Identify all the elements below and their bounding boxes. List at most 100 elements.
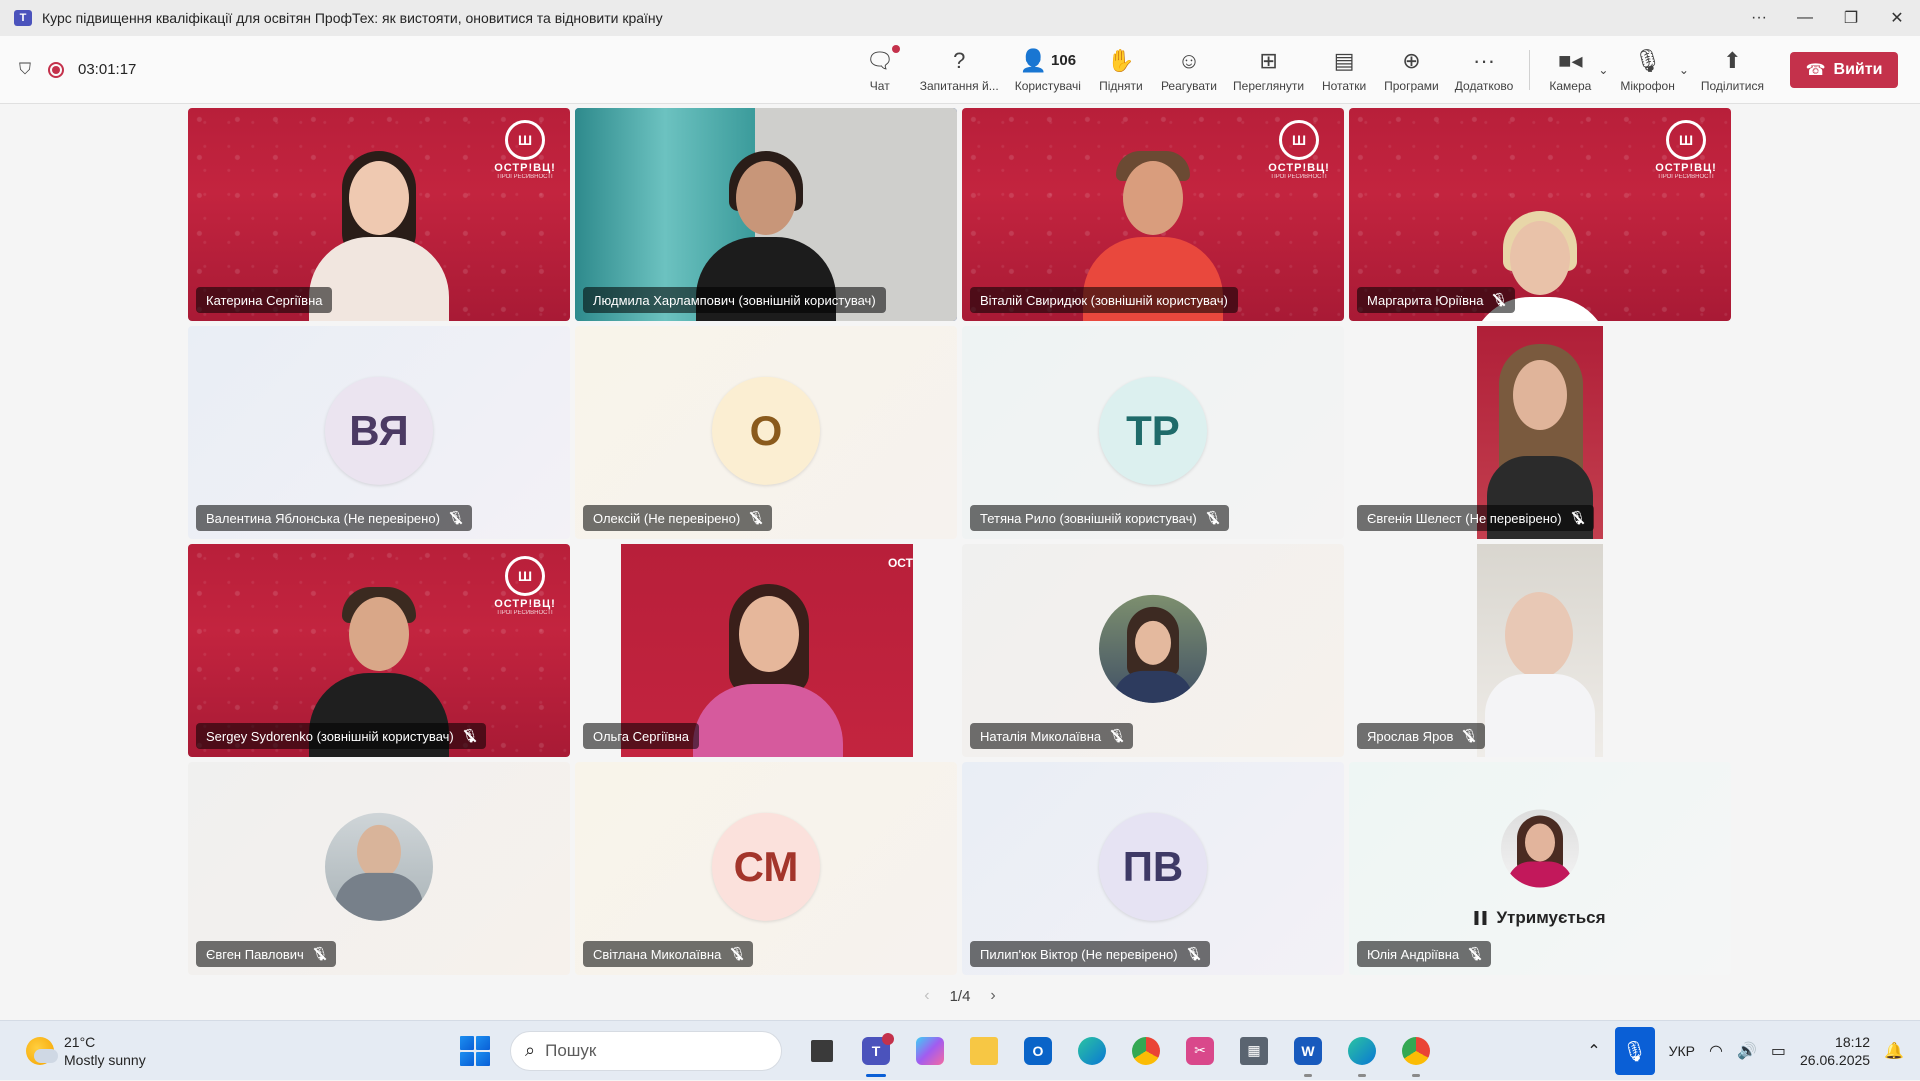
apps-button[interactable]: ⊕ Програми [1376,36,1447,104]
system-clock[interactable]: 18:12 26.06.2025 [1800,1033,1870,1069]
camera-options-chevron-icon[interactable]: ⌄ [1598,63,1608,77]
chat-button[interactable]: 🗨 Чат [848,36,912,104]
word-app[interactable]: W [1288,1031,1328,1077]
participant-tile[interactable]: Ярослав Яров 🎙 [1349,544,1731,757]
participant-name: Тетяна Рило (зовнішній користувач) 🎙 [970,505,1229,531]
brand-logo: Ш ОСТР!ВЦ! ПРОГРЕСИВНОСТІ [494,120,556,180]
chrome-app[interactable] [1126,1031,1166,1071]
window-title: Курс підвищення кваліфікації для освітян… [42,10,663,26]
participant-tile[interactable]: ОСТ Ольга Сергіївна [575,544,957,757]
camera-icon: ■◂ [1558,47,1583,73]
maximize-button[interactable]: ❐ [1828,0,1874,36]
participant-tile[interactable]: ВЯ Валентина Яблонська (Не перевірено) 🎙 [188,326,570,539]
share-button[interactable]: ⬆ Поділитися [1693,36,1772,104]
brand-logo: Ш ОСТР!ВЦ! ПРОГРЕСИВНОСТІ [1655,120,1717,180]
more-button[interactable]: ··· Додатково [1447,36,1522,104]
more-options-button[interactable]: ··· [1736,0,1782,36]
mic-muted-icon: 🎙 [1204,510,1221,525]
participant-tile[interactable]: Євгенія Шелест (Не перевірено) 🎙 [1349,326,1731,539]
mic-muted-icon: 🎙 [461,728,479,743]
camera-button[interactable]: ■◂ Камера [1538,36,1602,104]
calculator-app[interactable]: ▦ [1234,1031,1274,1071]
close-button[interactable]: ✕ [1874,0,1920,36]
start-button[interactable] [460,1035,490,1066]
copilot-app[interactable] [910,1031,950,1071]
wifi-icon[interactable]: ◠ [1709,1041,1723,1061]
participant-tile[interactable]: Людмила Харлампович (зовнішній користува… [575,108,957,321]
copilot-icon [916,1036,944,1065]
file-explorer-app[interactable] [964,1031,1004,1071]
people-button[interactable]: 👤 106 Користувачі [1007,36,1089,104]
system-tray: ⌃ 🎙 УКР ◠ 🔊 ▭ 18:12 26.06.2025 🔔 [1587,1021,1920,1081]
mic-muted-icon: 🎙 [729,946,746,961]
grid-icon: ⊞ [1259,47,1278,73]
teams-taskbar-app[interactable]: T [856,1031,896,1077]
participant-name: Ольга Сергіївна [583,723,700,749]
microphone-button[interactable]: 🎙 Мікрофон [1612,36,1682,104]
participant-tile[interactable]: Утримується Юлія Андріївна 🎙 [1349,762,1731,975]
leave-button[interactable]: ☎ Вийти [1790,51,1898,88]
participant-tile[interactable]: Ш ОСТР!ВЦ! ПРОГРЕСИВНОСТІ Катерина Сергіїв… [188,108,570,321]
react-button[interactable]: ☺ Реагувати [1153,36,1225,104]
chrome-app-2[interactable] [1396,1031,1436,1077]
edge-app-2[interactable] [1342,1031,1382,1077]
mic-muted-icon: 🎙 [1569,510,1586,525]
pause-icon [1474,911,1487,925]
participant-tile[interactable]: ПВ Пилип'юк Віктор (Не перевірено) 🎙 [962,762,1344,975]
shield-icon[interactable]: ⛉ [16,60,34,80]
hand-icon: ✋ [1107,47,1135,73]
input-language[interactable]: УКР [1669,1043,1695,1059]
participant-tile[interactable]: СМ Світлана Миколаївна 🎙 [575,762,957,975]
microphone-icon: 🎙 [1633,47,1662,73]
smile-icon: ☺ [1177,47,1201,73]
outlook-app[interactable]: O [1018,1031,1058,1071]
mic-muted-icon: 🎙 [1466,946,1484,961]
raise-hand-button[interactable]: ✋ Підняти [1089,36,1153,104]
mic-in-use-icon[interactable]: 🎙 [1614,1027,1655,1075]
participant-tile[interactable]: Євген Павлович 🎙 [188,762,570,975]
participant-tile[interactable]: О Олексій (Не перевірено) 🎙 [575,326,957,539]
participant-tile[interactable]: Ш ОСТР!ВЦ! ПРОГРЕСИВНОСТІ Маргарита Юріївн… [1349,108,1731,321]
weather-widget[interactable]: 21°C Mostly sunny [0,1033,460,1069]
toolbar-divider [1529,49,1531,90]
notes-button[interactable]: ▤ Нотатки [1312,36,1376,104]
avatar [1501,809,1579,888]
battery-icon[interactable]: ▭ [1771,1041,1786,1061]
participant-tile[interactable]: Ш ОСТР!ВЦ! ПРОГРЕСИВНОСТІ Sergey Sydorenko… [188,544,570,757]
taskbar-search[interactable]: ⌕ Пошук [510,1030,782,1071]
next-page-button[interactable]: › [990,987,995,1005]
participant-tile[interactable]: Наталія Миколаївна 🎙 [962,544,1344,757]
weather-sun-icon [26,1036,58,1065]
weather-description: Mostly sunny [64,1051,146,1068]
participant-tile[interactable]: ТР Тетяна Рило (зовнішній користувач) 🎙 [962,326,1344,539]
mic-options-chevron-icon[interactable]: ⌄ [1679,63,1689,77]
qa-button[interactable]: ? Запитання й... [912,36,1007,104]
mic-muted-icon: 🎙 [1491,292,1508,307]
snipping-tool-app[interactable]: ✂ [1180,1031,1220,1071]
show-hidden-icons-chevron-icon[interactable]: ⌃ [1587,1041,1600,1061]
title-bar: T Курс підвищення кваліфікації для освіт… [0,0,1920,36]
notifications-icon[interactable]: 🔔 [1884,1041,1904,1061]
participant-name: Маргарита Юріївна 🎙 [1357,287,1516,313]
prev-page-button[interactable]: ‹ [924,987,929,1005]
participant-name: Євген Павлович 🎙 [196,941,336,967]
search-placeholder: Пошук [545,1040,597,1060]
scissors-icon: ✂ [1186,1036,1214,1065]
participant-name: Валентина Яблонська (Не перевірено) 🎙 [196,505,472,531]
edge-icon [1078,1036,1106,1065]
gallery-pager: ‹ 1/4 › [0,984,1920,1008]
participant-name: Євгенія Шелест (Не перевірено) 🎙 [1357,505,1594,531]
volume-icon[interactable]: 🔊 [1737,1041,1757,1061]
participant-tile[interactable]: Ш ОСТР!ВЦ! ПРОГРЕСИВНОСТІ Віталій Свиридюк… [962,108,1344,321]
edge-app[interactable] [1072,1031,1112,1071]
participant-name: Світлана Миколаївна 🎙 [583,941,754,967]
avatar: СМ [712,812,820,921]
task-view-button[interactable] [802,1031,842,1071]
minimize-button[interactable]: — [1782,0,1828,36]
participant-video [1477,544,1603,757]
view-button[interactable]: ⊞ Переглянути [1225,36,1312,104]
participant-count: 106 [1051,52,1077,69]
meeting-timer: 03:01:17 [78,61,137,78]
people-icon: 👤 106 [1019,47,1077,73]
calculator-icon: ▦ [1240,1036,1268,1065]
